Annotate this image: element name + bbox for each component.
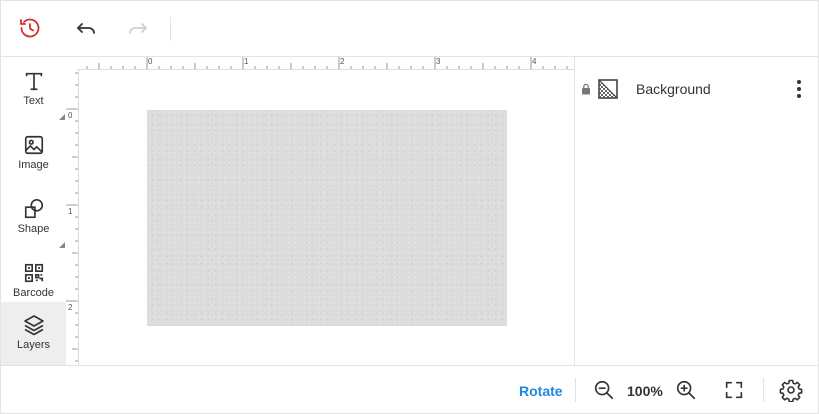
fullscreen-button[interactable] [722,378,746,402]
sidebar-item-shape[interactable]: Shape [1,185,66,249]
text-icon [25,72,42,91]
undo-icon [77,23,95,34]
ruler-marker-icon[interactable] [59,114,65,120]
shape-icon [24,199,43,219]
ruler-label: 2 [68,303,73,312]
toolbar-divider [763,378,764,402]
background-layer-icon [598,79,618,99]
ruler-marker-icon[interactable] [59,242,65,248]
ruler-label: 3 [436,57,441,66]
zoom-in-button[interactable] [674,378,698,402]
rotate-button[interactable]: Rotate [519,383,563,399]
redo-icon [129,23,147,34]
ruler-label: 0 [148,57,153,66]
layer-menu-button[interactable] [789,78,809,100]
ruler-label: 4 [532,57,537,66]
bottom-toolbar: Rotate 100% [1,365,818,414]
layers-panel: Background [574,57,819,365]
top-toolbar [1,1,818,57]
sidebar-item-layers[interactable]: Layers [1,302,66,366]
undo-button[interactable] [72,14,100,42]
sidebar-item-text[interactable]: Text [1,57,66,121]
history-icon [20,18,40,38]
toolbar-divider [170,17,171,41]
ruler-label: 2 [340,57,345,66]
ruler-label: 1 [68,207,73,216]
history-button[interactable] [16,14,44,42]
sidebar-item-label: Shape [17,223,50,235]
sidebar-item-label: Barcode [13,287,54,299]
ruler-top-ticks [86,57,568,69]
zoom-out-button[interactable] [592,378,616,402]
ruler-label: 1 [244,57,249,66]
redo-button[interactable] [124,14,152,42]
sidebar-item-label: Text [23,95,44,107]
zoom-level: 100% [627,383,663,399]
sidebar-item-image[interactable]: Image [1,121,66,185]
sidebar-item-label: Image [18,159,49,171]
sidebar: Text Image Shape Barcode Layers [1,57,66,366]
editor-window: Text Image Shape Barcode Layers 0 1 2 3 … [0,0,819,414]
image-icon [24,135,43,155]
gear-icon [779,379,803,402]
layers-icon [23,315,44,336]
ruler-left[interactable]: 0 1 2 [66,69,79,365]
barcode-icon [24,263,43,283]
toolbar-divider [575,378,576,402]
sidebar-item-label: Layers [16,339,51,351]
lock-icon[interactable] [581,83,591,95]
zoom-in-icon [676,380,696,400]
artboard-background[interactable] [147,110,507,326]
ruler-label: 0 [68,111,73,120]
more-vertical-icon [797,80,801,98]
layer-name: Background [636,81,711,97]
design-canvas[interactable] [79,70,574,365]
zoom-out-icon [594,380,614,400]
fullscreen-icon [725,381,743,399]
layer-row[interactable]: Background [575,75,819,103]
ruler-top[interactable]: 0 1 2 3 4 [66,57,574,70]
settings-button[interactable] [779,378,803,402]
